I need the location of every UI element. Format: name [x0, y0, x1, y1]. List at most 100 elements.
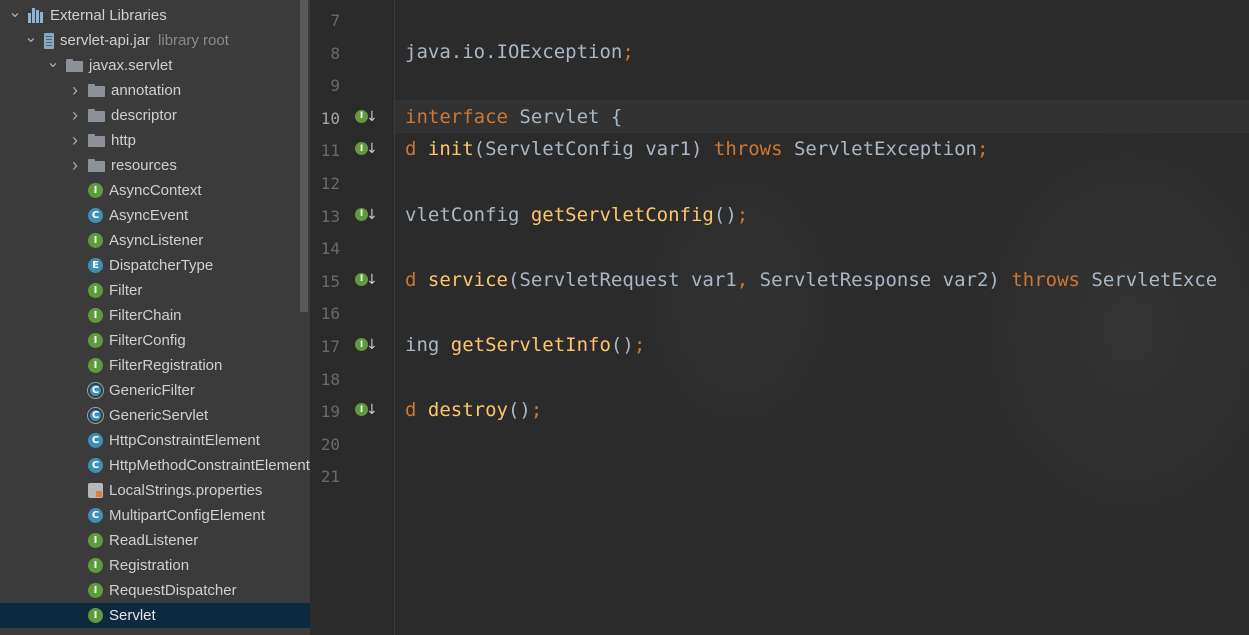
code-line[interactable]: d destroy(); [405, 394, 542, 427]
line-number: 10 [320, 108, 340, 128]
tree-item-label: AsyncContext [109, 182, 202, 199]
code-token: d [405, 268, 428, 291]
chevron-down-icon[interactable]: ⌄ [8, 2, 22, 22]
tree-item-label: AsyncEvent [109, 207, 189, 224]
code-line[interactable]: java.io.IOException; [405, 36, 634, 69]
code-token: ; [976, 138, 989, 161]
tree-item[interactable]: ⌄ External Libraries [0, 3, 310, 28]
code-token: vletConfig [405, 203, 531, 226]
code-token: ; [633, 334, 646, 356]
tree-item[interactable]: I ReadListener [0, 528, 310, 553]
code-token: throws [1011, 268, 1092, 291]
tree-item[interactable]: I AsyncListener [0, 228, 310, 253]
tree-item[interactable]: I Filter [0, 278, 310, 303]
tree-item[interactable]: › http [0, 128, 310, 153]
line-number: 13 [320, 206, 340, 226]
tree-item-label: GenericServlet [109, 407, 209, 424]
line-number: 20 [320, 434, 340, 454]
interface-icon: I [88, 308, 103, 323]
tree-item-label: FilterRegistration [109, 357, 223, 374]
code-token: ; [530, 399, 543, 422]
tree-item[interactable]: I RequestDispatcher [0, 578, 310, 603]
tree-item[interactable]: I Registration [0, 553, 310, 578]
implemented-icon[interactable]: I ↓ [355, 207, 378, 227]
interface-icon: I [88, 233, 103, 248]
tree-item[interactable]: C AsyncEvent [0, 203, 310, 228]
line-number: 15 [320, 271, 340, 291]
tree-item[interactable]: › resources [0, 153, 310, 178]
class-icon: C [88, 508, 103, 523]
code-line[interactable]: ing getServletInfo(); [405, 329, 645, 362]
implemented-icon[interactable]: I ↓ [355, 402, 378, 422]
code-line[interactable]: d init(ServletConfig var1) throws Servle… [405, 133, 988, 166]
folder-icon [88, 159, 105, 172]
code-token: (ServletConfig var1) [473, 138, 714, 161]
tree-item[interactable]: C HttpMethodConstraintElement [0, 453, 310, 478]
gutter-divider [394, 0, 395, 635]
enum-icon: E [88, 258, 103, 273]
tree-item[interactable]: I FilterConfig [0, 328, 310, 353]
tree-item[interactable]: C GenericServlet [0, 403, 310, 428]
tree-item-label: descriptor [111, 107, 177, 124]
tree-item[interactable]: ⌄ javax.servlet [0, 53, 310, 78]
chevron-right-icon[interactable]: › [68, 155, 82, 176]
interface-icon: I [88, 333, 103, 348]
interface-icon: I [88, 283, 103, 298]
tree-item[interactable]: I FilterRegistration [0, 353, 310, 378]
code-token: ; [736, 203, 749, 226]
tree-item-label: DispatcherType [109, 257, 214, 274]
tree-item[interactable]: › descriptor [0, 103, 310, 128]
implemented-icon[interactable]: I ↓ [355, 272, 378, 292]
code-line[interactable]: vletConfig getServletConfig(); [405, 199, 748, 232]
chevron-down-icon[interactable]: ⌄ [46, 52, 60, 72]
tree-item[interactable]: E DispatcherType [0, 253, 310, 278]
tree-item[interactable]: I AsyncContext [0, 178, 310, 203]
code-token: getServletInfo [450, 334, 611, 356]
code-line[interactable]: interface Servlet { [405, 101, 622, 134]
folder-icon [66, 59, 83, 72]
tree-item-label: http [111, 132, 137, 149]
tree-item[interactable]: C HttpConstraintElement [0, 428, 310, 453]
chevron-down-icon[interactable]: ⌄ [24, 27, 38, 47]
code-token: java.io.IOException [405, 40, 623, 63]
line-number: 19 [320, 402, 340, 422]
tree-item-label: GenericFilter [109, 382, 195, 399]
tree-item[interactable]: › annotation [0, 78, 310, 103]
tree-item[interactable]: LocalStrings.properties [0, 478, 310, 503]
class-icon: C [88, 433, 103, 448]
tree-item-label: HttpConstraintElement [109, 432, 260, 449]
code-editor[interactable]: 7 8 java.io.IOException; 9 10 I ↓ interface Ser… [310, 0, 1249, 635]
implemented-icon[interactable]: I ↓ [355, 337, 378, 357]
folder-icon [88, 109, 105, 122]
interface-icon: I [88, 183, 103, 198]
chevron-right-icon[interactable]: › [68, 80, 82, 101]
code-token: ; [622, 40, 634, 63]
tree-item-label: External Libraries [50, 7, 167, 24]
chevron-right-icon[interactable]: › [68, 130, 82, 151]
implemented-icon[interactable]: I ↓ [355, 109, 378, 129]
interface-icon: I [88, 583, 103, 598]
code-token: service [427, 268, 508, 291]
code-token: init [427, 138, 474, 161]
tree-item-label: javax.servlet [89, 57, 173, 74]
tree-item-label: MultipartConfigElement [109, 507, 265, 524]
chevron-right-icon[interactable]: › [68, 105, 82, 126]
tree-item[interactable]: C GenericFilter [0, 378, 310, 403]
line-number: 9 [330, 76, 340, 96]
properties-file-icon [88, 483, 103, 498]
tree-item[interactable]: ⌄ servlet-api.jar library root [0, 28, 310, 53]
tree-item[interactable]: C MultipartConfigElement [0, 503, 310, 528]
tree-item-label: RequestDispatcher [109, 582, 237, 599]
code-token: destroy [427, 399, 508, 422]
abstract-class-icon: C [88, 408, 103, 423]
code-line[interactable]: d service(ServletRequest var1, ServletRe… [405, 264, 1217, 297]
line-number: 16 [320, 304, 340, 324]
tree-scrollbar[interactable] [300, 0, 308, 312]
tree-item[interactable]: I FilterChain [0, 303, 310, 328]
code-token: ing [405, 334, 451, 356]
tree-item[interactable]: I Servlet [0, 603, 310, 628]
line-number: 12 [320, 174, 340, 193]
code-token: () [713, 203, 737, 226]
code-token: d [405, 138, 428, 161]
implemented-icon[interactable]: I ↓ [355, 141, 378, 161]
